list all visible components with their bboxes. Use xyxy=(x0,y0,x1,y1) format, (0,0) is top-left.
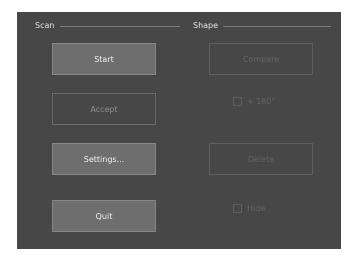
quit-button[interactable]: Quit xyxy=(52,200,156,232)
plus-180-checkbox[interactable]: + 180° xyxy=(233,96,276,107)
settings-button[interactable]: Settings... xyxy=(52,143,156,175)
hide-label: Hide xyxy=(247,204,266,213)
plus-180-checkbox-box[interactable] xyxy=(233,97,242,106)
hide-checkbox-box[interactable] xyxy=(233,204,242,213)
accept-button[interactable]: Accept xyxy=(52,93,156,125)
scan-dialog-panel: Scan Shape Start Accept Settings... Quit… xyxy=(17,12,341,249)
scan-section-label: Scan xyxy=(35,21,55,30)
compare-button[interactable]: Compare xyxy=(209,43,313,75)
scan-section-divider xyxy=(60,26,180,27)
hide-checkbox[interactable]: Hide xyxy=(233,203,265,214)
shape-section-label: Shape xyxy=(193,21,219,30)
plus-180-label: + 180° xyxy=(247,97,276,106)
shape-section-divider xyxy=(223,26,331,27)
delete-button[interactable]: Delete xyxy=(209,143,313,175)
start-button[interactable]: Start xyxy=(52,43,156,75)
